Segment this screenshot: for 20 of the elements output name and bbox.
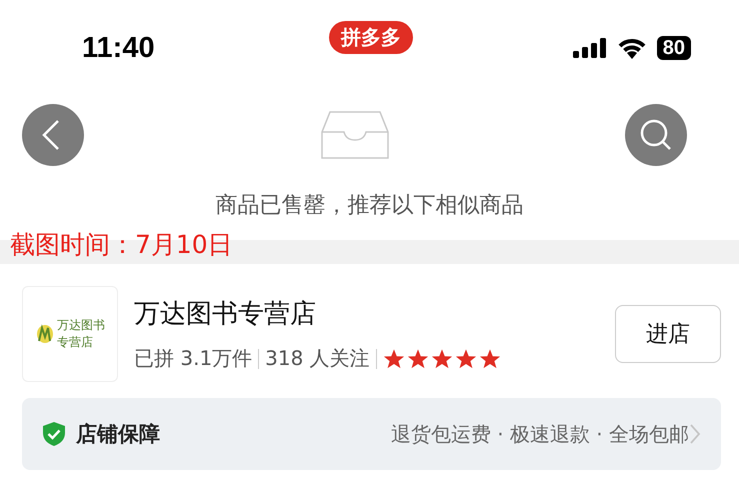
empty-tray-icon [320,110,390,160]
search-button[interactable] [625,104,687,166]
battery-icon: 80 [656,36,691,60]
guarantee-bar[interactable]: 店铺保障 退货包运费 · 极速退款 · 全场包邮 [22,398,721,470]
shield-check-icon [42,421,66,447]
back-button[interactable] [22,104,84,166]
signal-icon [572,38,607,58]
shop-name: 万达图书专营店 [134,298,317,331]
enter-shop-button[interactable]: 进店 [615,305,721,363]
sold-count: 已拼 3.1万件 [134,345,252,372]
chevron-right-icon [689,423,701,445]
sold-out-message: 商品已售罄，推荐以下相似商品 [214,192,524,220]
status-time: 11:40 [82,32,155,64]
follower-count: 318 人关注 [265,345,370,372]
screenshot-time-annotation: 截图时间：7月10日 [10,229,233,261]
guarantee-details: 退货包运费 · 极速退款 · 全场包邮 [390,420,689,448]
shop-logo: 万达图书 专营店 [22,286,118,382]
app-badge: 拼多多 [329,21,413,54]
wifi-icon [616,37,647,59]
guarantee-title: 店铺保障 [76,421,160,448]
